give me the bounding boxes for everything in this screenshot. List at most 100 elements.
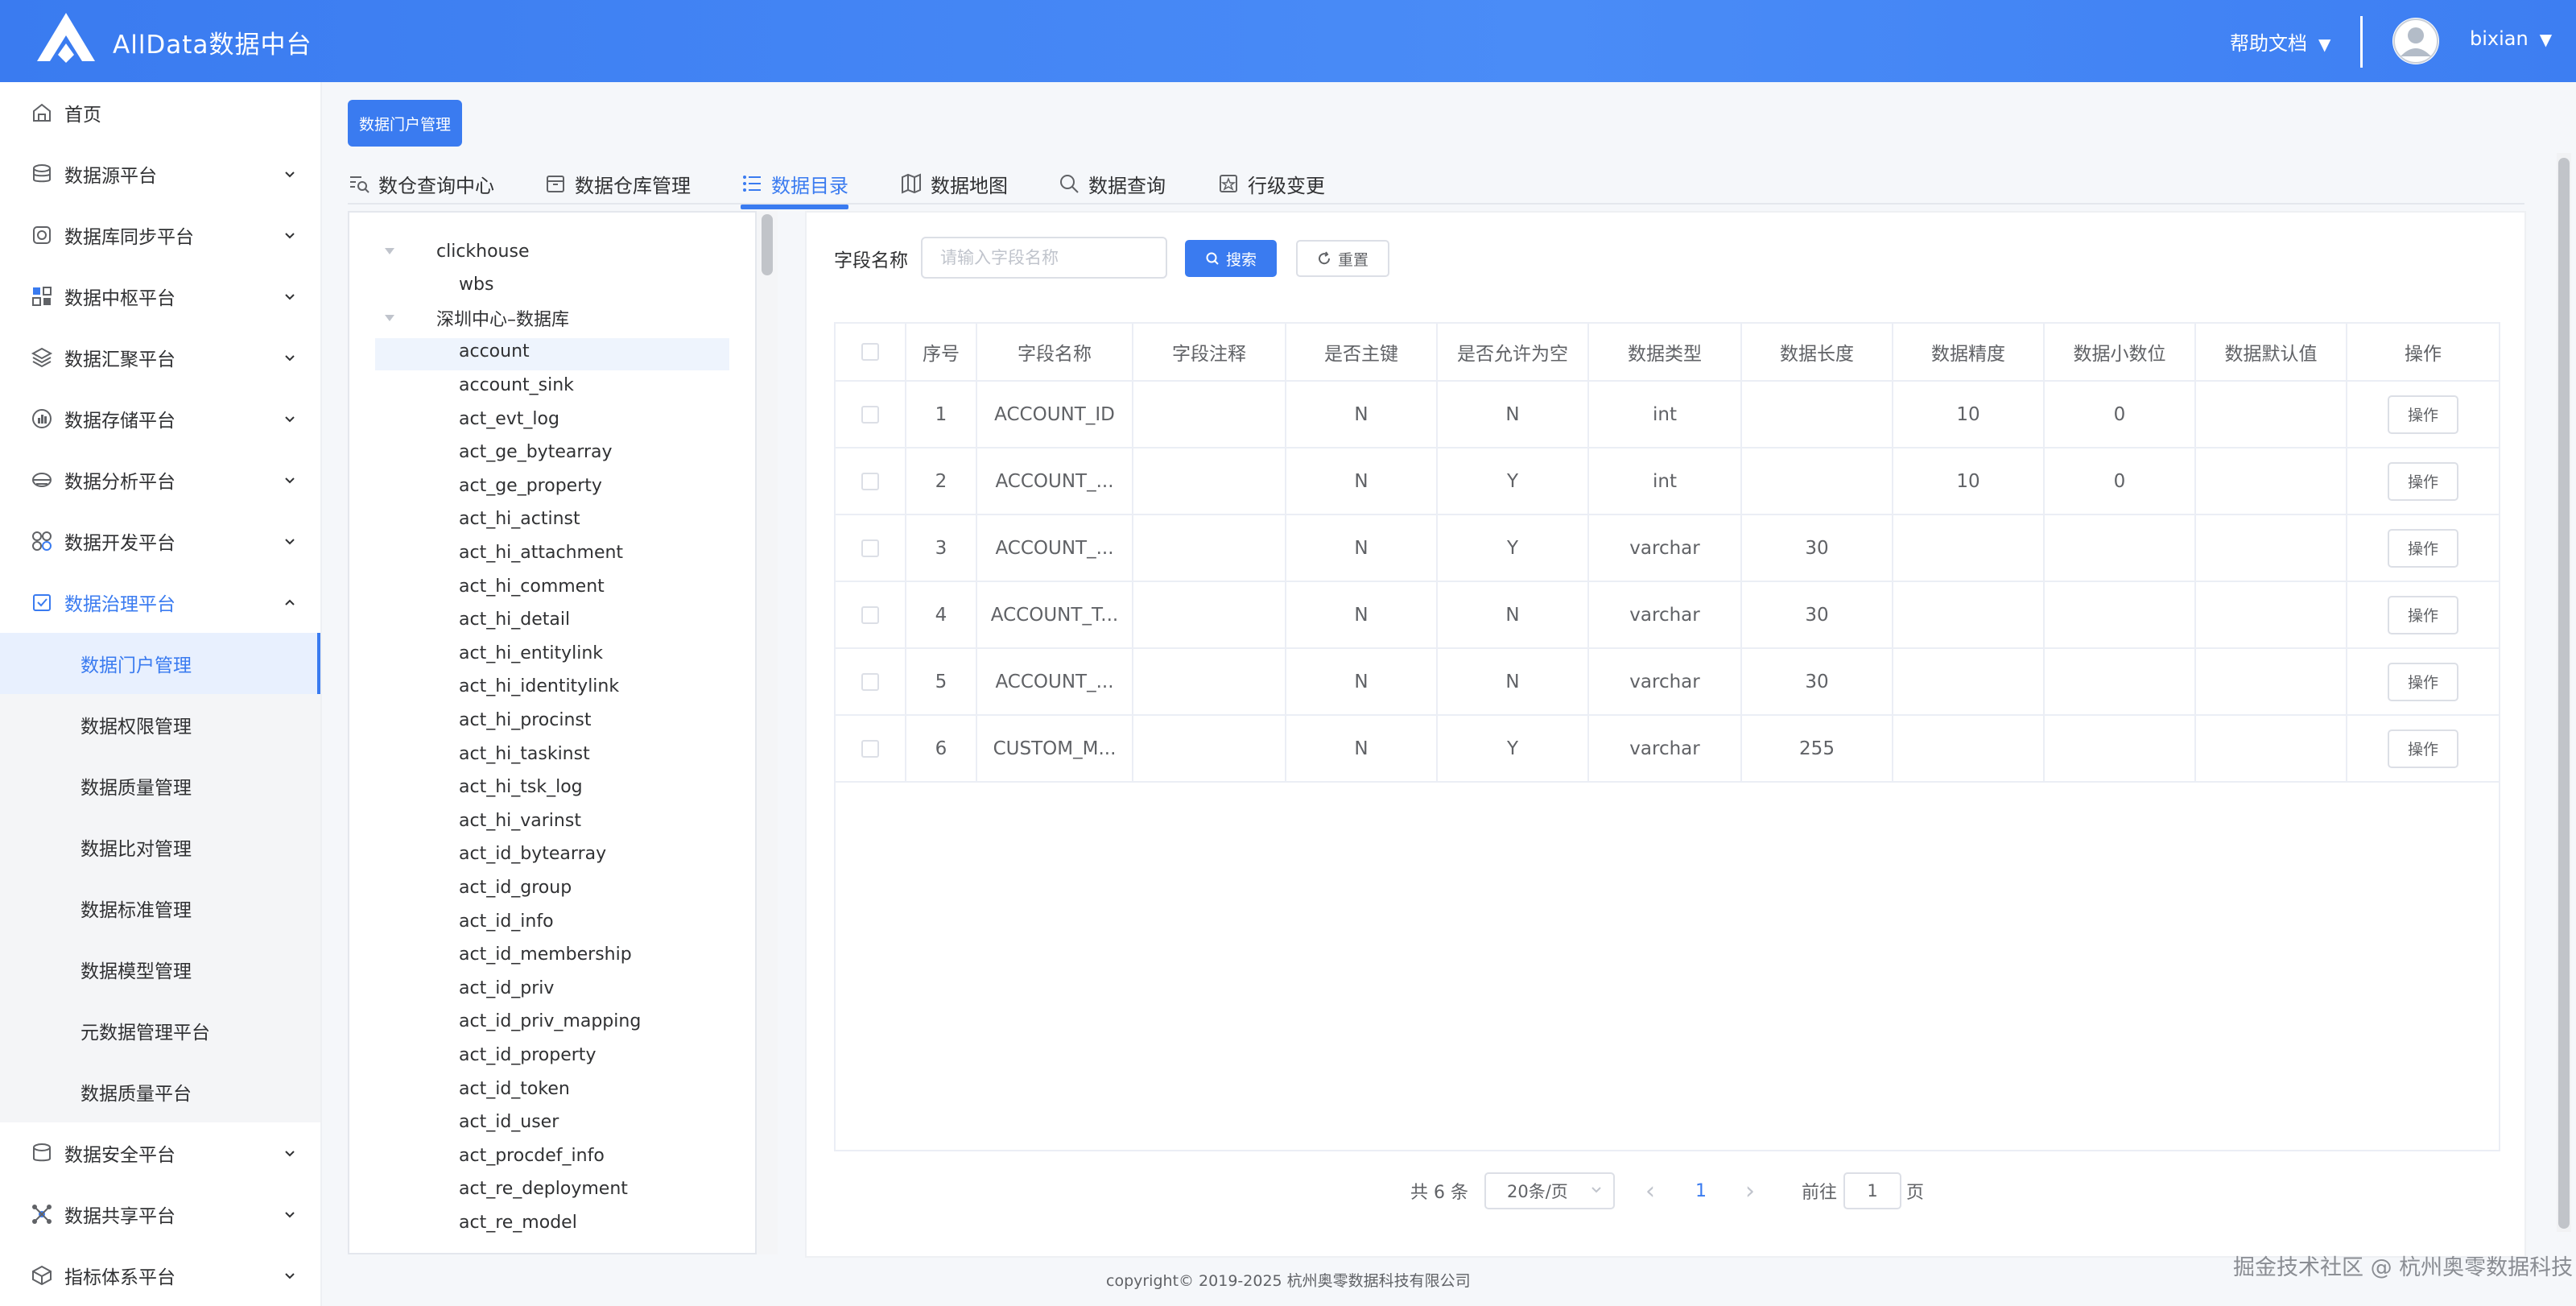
- row-checkbox[interactable]: [861, 605, 879, 624]
- row-checkbox[interactable]: [861, 539, 879, 557]
- row-action-cell: 操作: [2347, 515, 2499, 581]
- search-icon: [1206, 252, 1219, 265]
- tree-group-node[interactable]: clickhouse: [385, 235, 530, 267]
- user-avatar-icon[interactable]: [2392, 18, 2439, 64]
- tree-leaf-node[interactable]: act_hi_varinst: [459, 804, 581, 837]
- tree-leaf-node[interactable]: act_hi_attachment: [459, 536, 623, 568]
- row-checkbox[interactable]: [861, 472, 879, 490]
- tree-leaf-node[interactable]: act_id_priv: [459, 972, 554, 1004]
- row-action-button[interactable]: 操作: [2388, 729, 2458, 768]
- tree-leaf-node[interactable]: act_hi_detail: [459, 604, 570, 636]
- tree-leaf-label: act_id_property: [459, 1044, 597, 1065]
- sidebar-subitem-quality-platform[interactable]: 数据质量平台: [0, 1061, 320, 1122]
- page-size-select[interactable]: 20条/页: [1484, 1172, 1615, 1209]
- tree-leaf-node[interactable]: wbs: [459, 269, 493, 301]
- sidebar-subitem-permission[interactable]: 数据权限管理: [0, 694, 320, 755]
- tree-leaf-node[interactable]: act_re_model: [459, 1206, 577, 1238]
- tree-leaf-node[interactable]: act_id_bytearray: [459, 838, 606, 870]
- tree-leaf-node[interactable]: act_id_priv_mapping: [459, 1006, 641, 1038]
- tree-leaf-node[interactable]: act_ge_bytearray: [459, 436, 613, 469]
- portal-management-button[interactable]: 数据门户管理: [348, 100, 462, 147]
- sidebar-item-metrics[interactable]: 指标体系平台: [0, 1245, 320, 1306]
- prev-page-button[interactable]: ‹: [1645, 1172, 1655, 1209]
- tree-leaf-node[interactable]: act_id_token: [459, 1072, 570, 1105]
- tree-leaf-node[interactable]: act_procdef_info: [459, 1139, 605, 1172]
- row-checkbox[interactable]: [861, 672, 879, 691]
- tree-leaf-node[interactable]: act_hi_actinst: [459, 503, 580, 535]
- row-action-button[interactable]: 操作: [2388, 595, 2458, 634]
- sidebar-item-db-sync[interactable]: 数据库同步平台: [0, 205, 320, 266]
- page-number-current[interactable]: 1: [1695, 1172, 1707, 1209]
- sync-icon: [33, 226, 51, 244]
- sidebar-item-data-security[interactable]: 数据安全平台: [0, 1122, 320, 1184]
- reset-button[interactable]: 重置: [1296, 240, 1389, 277]
- row-select-cell: [836, 448, 906, 514]
- help-docs-menu[interactable]: 帮助文档 ▼: [2230, 27, 2330, 56]
- tree-leaf-node[interactable]: act_re_deployment: [459, 1173, 628, 1205]
- tree-scrollbar[interactable]: [762, 214, 773, 275]
- tree-leaf-node[interactable]: act_hi_tsk_log: [459, 771, 583, 804]
- row-checkbox[interactable]: [861, 405, 879, 424]
- table-cell-nullable: Y: [1438, 716, 1589, 781]
- page-scrollbar[interactable]: [2558, 158, 2570, 1229]
- tree-leaf-node[interactable]: act_ge_property: [459, 469, 602, 502]
- tree-leaf-node[interactable]: act_evt_log: [459, 403, 559, 435]
- tree-leaf-node[interactable]: account: [459, 336, 530, 368]
- tree-leaf-node[interactable]: act_hi_identitylink: [459, 671, 619, 703]
- tree-leaf-label: act_id_user: [459, 1112, 559, 1133]
- row-action-button[interactable]: 操作: [2388, 528, 2458, 568]
- tab-label: 行级变更: [1248, 174, 1325, 197]
- caret-down-icon[interactable]: [385, 315, 394, 322]
- sidebar-item-data-share[interactable]: 数据共享平台: [0, 1184, 320, 1245]
- tree-leaf-node[interactable]: act_id_group: [459, 871, 572, 903]
- sidebar-item-data-analysis[interactable]: 数据分析平台: [0, 449, 320, 510]
- sidebar-item-data-aggregation[interactable]: 数据汇聚平台: [0, 327, 320, 388]
- tab-row-change[interactable]: 行级变更: [1217, 164, 1325, 203]
- tree-leaf-node[interactable]: account_sink: [459, 369, 574, 401]
- tree-leaf-node[interactable]: act_id_user: [459, 1106, 559, 1139]
- tree-leaf-node[interactable]: act_id_membership: [459, 939, 632, 971]
- tree-group-node[interactable]: 深圳中心–数据库: [385, 302, 569, 334]
- user-menu[interactable]: bixian ▼: [2470, 27, 2552, 50]
- table-cell-name: ACCOUNT_ID: [977, 382, 1133, 447]
- field-name-input[interactable]: [921, 237, 1167, 279]
- home-icon: [33, 103, 51, 122]
- row-action-button[interactable]: 操作: [2388, 662, 2458, 701]
- sidebar-item-home[interactable]: 首页: [0, 82, 320, 143]
- header-cell: 数据精度: [1893, 324, 2045, 380]
- caret-down-icon[interactable]: [385, 248, 394, 254]
- row-action-button[interactable]: 操作: [2388, 461, 2458, 501]
- tree-leaf-node[interactable]: act_id_property: [459, 1039, 596, 1071]
- alldata-logo-icon[interactable]: [35, 11, 97, 64]
- sidebar-item-data-governance[interactable]: 数据治理平台: [0, 572, 320, 633]
- sidebar-subitem-quality[interactable]: 数据质量管理: [0, 755, 320, 816]
- tab-catalog[interactable]: 数据目录: [741, 164, 848, 209]
- sidebar-item-data-storage[interactable]: 数据存储平台: [0, 388, 320, 449]
- sidebar-subitem-metadata[interactable]: 元数据管理平台: [0, 1000, 320, 1061]
- search-button[interactable]: 搜索: [1185, 240, 1277, 277]
- select-all-checkbox[interactable]: [861, 343, 879, 361]
- sidebar-subitem-model[interactable]: 数据模型管理: [0, 939, 320, 1000]
- tree-leaf-node[interactable]: act_hi_comment: [459, 570, 605, 602]
- sidebar-item-label: 数据分析平台: [64, 472, 175, 493]
- tree-leaf-node[interactable]: act_hi_procinst: [459, 704, 591, 736]
- tree-leaf-node[interactable]: act_hi_entitylink: [459, 637, 603, 669]
- sidebar-item-datasource[interactable]: 数据源平台: [0, 143, 320, 205]
- tree-leaf-node[interactable]: act_hi_taskinst: [459, 738, 590, 770]
- next-page-button[interactable]: ›: [1745, 1172, 1755, 1209]
- sidebar-item-data-develop[interactable]: 数据开发平台: [0, 510, 320, 572]
- tab-query-center[interactable]: 数仓查询中心: [348, 164, 494, 203]
- sidebar-subitem-compare[interactable]: 数据比对管理: [0, 816, 320, 878]
- tree-leaf-node[interactable]: act_id_info: [459, 905, 554, 937]
- sidebar-item-data-hub[interactable]: 数据中枢平台: [0, 266, 320, 327]
- goto-page-input[interactable]: 1: [1843, 1172, 1901, 1209]
- sidebar-subitem-standard[interactable]: 数据标准管理: [0, 878, 320, 939]
- tab-label: 数据地图: [931, 174, 1008, 197]
- row-checkbox[interactable]: [861, 739, 879, 758]
- tab-data-map[interactable]: 数据地图: [900, 164, 1008, 203]
- tab-data-query[interactable]: 数据查询: [1058, 164, 1166, 203]
- row-action-button[interactable]: 操作: [2388, 395, 2458, 434]
- sidebar-subitem-portal[interactable]: 数据门户管理: [0, 633, 320, 694]
- sidebar-item-label: 数据存储平台: [64, 411, 175, 432]
- tab-warehouse[interactable]: 数据仓库管理: [544, 164, 691, 203]
